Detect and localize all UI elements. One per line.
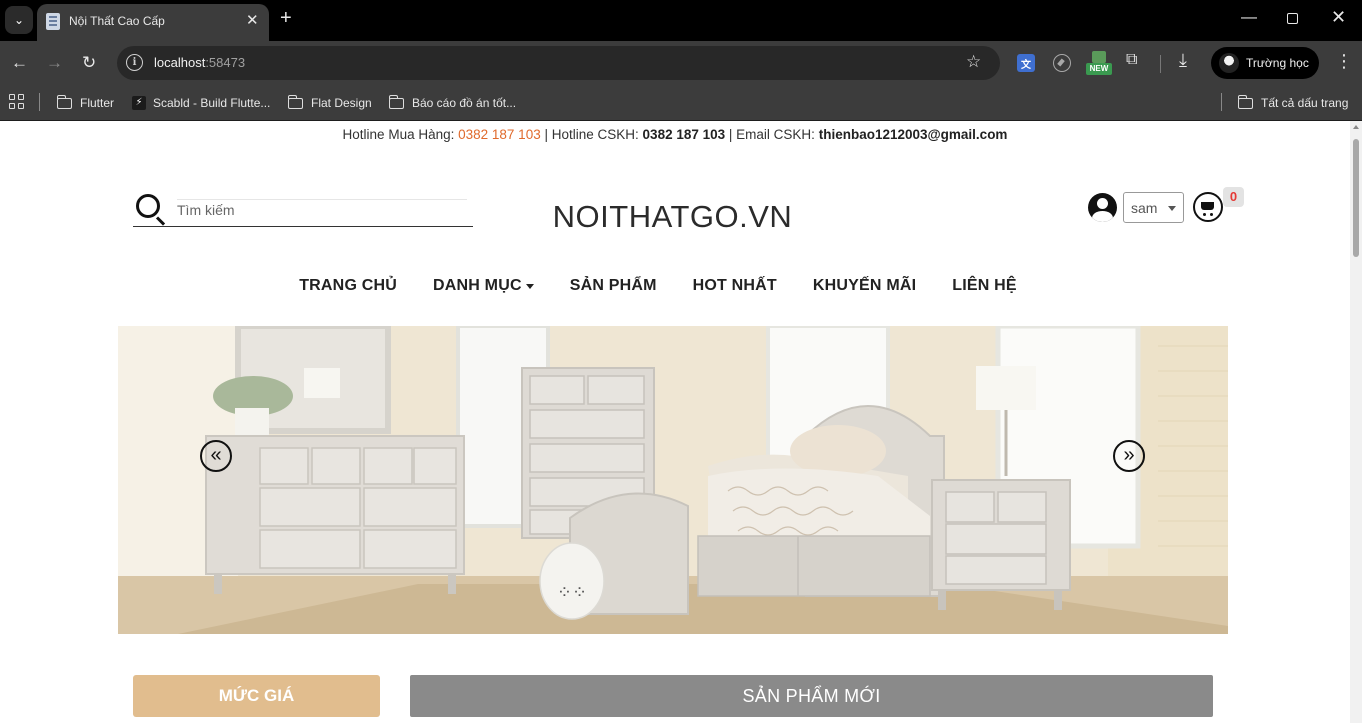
forward-button[interactable]: → — [46, 53, 63, 73]
minimize-button[interactable]: — — [1241, 9, 1257, 27]
user-account-icon[interactable] — [1088, 193, 1117, 222]
bookmarks-divider — [39, 93, 40, 111]
cart-count-badge: 0 — [1223, 187, 1244, 207]
chevron-down-icon — [525, 283, 534, 289]
nav-contact[interactable]: LIÊN HỆ — [952, 274, 1017, 298]
chevron-down-icon — [1168, 206, 1176, 211]
download-icon[interactable]: ⤓ — [1179, 50, 1187, 71]
profile-button[interactable]: Trường học — [1211, 47, 1319, 79]
svg-text:⁘⁘: ⁘⁘ — [557, 582, 587, 603]
maximize-button[interactable] — [1287, 13, 1298, 24]
bookmark-star-icon[interactable]: ☆ — [966, 52, 981, 72]
bookmarks-bar: Flutter ⚡ Scabld - Build Flutte... Flat D… — [0, 85, 1362, 121]
main-nav: TRANG CHỦ DANH MỤC SẢN PHẨM HOT NHẤT KHU… — [0, 274, 1316, 298]
page-scrollbar[interactable] — [1350, 121, 1362, 723]
bedroom-banner-image: ⁘⁘ — [118, 326, 1228, 634]
nav-home[interactable]: TRANG CHỦ — [299, 274, 397, 298]
profile-name: Trường học — [1246, 56, 1309, 70]
tab-search-button[interactable]: ⌄ — [5, 6, 33, 34]
address-bar[interactable]: i localhost:58473 ☆ — [117, 46, 1000, 80]
folder-icon — [1237, 94, 1253, 109]
new-products-heading[interactable]: SẢN PHẨM MỚI — [410, 675, 1213, 717]
scrollbar-thumb[interactable] — [1353, 139, 1359, 257]
bookmark-scabld[interactable]: ⚡ Scabld - Build Flutte... — [132, 93, 270, 113]
all-bookmarks[interactable]: Tất cả dấu trang — [1237, 93, 1348, 113]
tab-title: Nội Thất Cao Cấp — [69, 14, 165, 28]
browser-menu-icon[interactable]: ⋮ — [1335, 51, 1353, 72]
nav-hot[interactable]: HOT NHẤT — [693, 274, 777, 298]
carousel-next-button[interactable]: » — [1113, 440, 1145, 472]
folder-icon — [388, 94, 404, 109]
compass-extension-icon[interactable] — [1053, 54, 1071, 72]
user-dropdown[interactable]: sam — [1123, 192, 1184, 223]
reload-button[interactable]: ↻ — [82, 53, 96, 73]
translate-extension-icon[interactable]: 文 — [1017, 54, 1035, 72]
new-tab-button[interactable]: + — [280, 7, 292, 30]
nav-products[interactable]: SẢN PHẨM — [570, 274, 657, 298]
avatar — [1219, 53, 1239, 73]
toolbar-divider — [1160, 55, 1161, 73]
extensions-puzzle-icon[interactable]: ⧉ — [1126, 51, 1144, 69]
nav-promotions[interactable]: KHUYẾN MÃI — [813, 274, 916, 298]
bookmark-flutter[interactable]: Flutter — [56, 93, 114, 113]
browser-tabbar: ⌄ Nội Thất Cao Cấp ✕ + — ✕ — [0, 0, 1362, 41]
email-cskh[interactable]: thienbao1212003@gmail.com — [819, 127, 1008, 142]
browser-tab[interactable]: Nội Thất Cao Cấp ✕ — [37, 4, 269, 41]
site-info-icon[interactable]: i — [126, 54, 143, 71]
apps-grid-icon[interactable] — [9, 94, 25, 110]
bookmarks-divider — [1221, 93, 1222, 111]
scroll-up-arrow-icon[interactable] — [1353, 125, 1359, 129]
browser-toolbar: ← → ↻ i localhost:58473 ☆ 文 NEW ⧉ ⤓ Trườ… — [0, 41, 1362, 85]
tab-close-icon[interactable]: ✕ — [246, 11, 259, 29]
nav-categories[interactable]: DANH MỤC — [433, 274, 534, 298]
folder-icon — [56, 94, 72, 109]
back-button[interactable]: ← — [11, 53, 28, 73]
bolt-icon: ⚡ — [132, 96, 146, 110]
hotline-cskh-number[interactable]: 0382 187 103 — [643, 127, 726, 142]
folder-icon — [287, 94, 303, 109]
web-page: Hotline Mua Hàng: 0382 187 103 | Hotline… — [0, 121, 1350, 723]
cart-icon[interactable] — [1193, 192, 1223, 222]
hotline-buy-number[interactable]: 0382 187 103 — [458, 127, 541, 142]
window-close-button[interactable]: ✕ — [1331, 7, 1346, 28]
bookmark-flat-design[interactable]: Flat Design — [287, 93, 372, 113]
url-text[interactable]: localhost:58473 — [154, 55, 245, 70]
bookmark-bao-cao[interactable]: Báo cáo đồ án tốt... — [388, 93, 516, 113]
hero-carousel: ⁘⁘ « » — [118, 326, 1228, 634]
hotline-bar: Hotline Mua Hàng: 0382 187 103 | Hotline… — [342, 127, 1008, 142]
carousel-prev-button[interactable]: « — [200, 440, 232, 472]
page-favicon-icon — [46, 13, 60, 30]
price-filter-button[interactable]: MỨC GIÁ — [133, 675, 380, 717]
new-extension-icon[interactable]: NEW — [1086, 51, 1112, 77]
